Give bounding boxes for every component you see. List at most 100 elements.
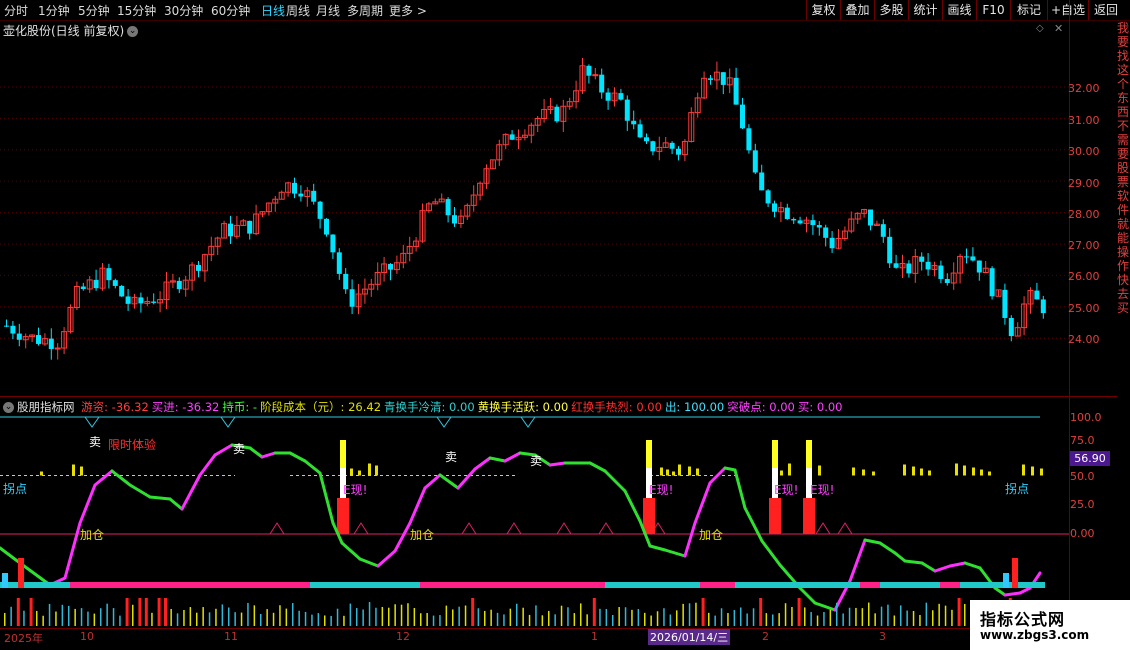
candle-body-down — [765, 190, 771, 204]
indicator-item: 黄换手活跃: 0.00 — [477, 400, 569, 414]
period-tab[interactable]: 分时 — [4, 2, 28, 19]
period-tab-more[interactable]: 更多 > — [389, 2, 427, 19]
oscillator-segment — [148, 495, 172, 501]
activity-bar — [688, 466, 691, 476]
volume-bar — [23, 610, 25, 626]
volume-bar — [925, 602, 928, 626]
volume-bar — [522, 607, 524, 626]
candle-body-down — [586, 65, 592, 76]
back-button[interactable]: 返回 — [1088, 0, 1123, 20]
candlestick-chart[interactable] — [0, 36, 1069, 411]
oscillator-segment — [376, 549, 397, 568]
indicator-name[interactable]: 股朋指标网 — [17, 400, 75, 414]
indicator-header: ⌄ 股朋指标网 游资: -36.32 买进: -36.32 持币: - 阶段成本（元）:… — [3, 399, 849, 414]
volume-bar — [413, 608, 416, 626]
volume-bar — [439, 615, 441, 626]
period-tab[interactable]: 1分钟 — [38, 2, 70, 19]
candle-body-down — [605, 92, 611, 101]
candle-body-down — [893, 263, 899, 268]
oscillator-segment — [78, 483, 97, 525]
volume-bar — [349, 603, 352, 626]
oscillator-segment — [438, 473, 460, 490]
candle-body-down — [944, 278, 950, 283]
candle-body-down — [80, 286, 86, 289]
oscillator-segment — [260, 451, 277, 459]
volume-bar — [906, 610, 908, 626]
candle-body-down — [298, 193, 304, 197]
indicator-item: 红换手热烈: 0.00 — [571, 400, 662, 414]
volume-bar — [516, 603, 518, 626]
volume-bar — [400, 604, 403, 626]
candle-body-down — [119, 285, 125, 297]
pink-triangle — [837, 522, 853, 535]
candle-body-down — [906, 263, 912, 274]
indicator-item: 游资: -36.32 — [81, 400, 149, 414]
state-band — [960, 582, 1045, 588]
period-tab[interactable]: 周线 — [286, 2, 310, 19]
indicator-item: 青换手冷清: 0.00 — [384, 400, 475, 414]
volume-bar — [272, 612, 275, 626]
period-tab[interactable]: 30分钟 — [164, 2, 203, 19]
oscillator-segment — [893, 551, 907, 563]
volume-bar — [477, 608, 480, 626]
oscillator-segment — [393, 521, 412, 553]
volume-bar — [887, 604, 889, 626]
candle-body-down — [708, 78, 713, 80]
oscillator-segment — [180, 473, 202, 511]
oscillator-segment — [920, 561, 937, 573]
state-band — [860, 582, 880, 588]
add-favorite-button[interactable]: +自选 — [1047, 0, 1088, 20]
volume-bar — [164, 598, 167, 626]
candle-body-down — [880, 224, 886, 237]
diamond-icon[interactable]: ◇ — [1036, 23, 1044, 34]
f10-button[interactable]: F10 — [976, 0, 1010, 20]
indicator-chart[interactable] — [0, 413, 1069, 628]
mark-button[interactable]: 标记 — [1010, 0, 1047, 20]
candle-body-down — [330, 234, 336, 253]
indicator-item: 阶段成本（元）: 26.42 — [260, 400, 382, 414]
volume-bar — [701, 598, 705, 626]
pink-triangle — [815, 522, 831, 535]
period-tab[interactable]: 15分钟 — [117, 2, 156, 19]
price-tick: 29.00 — [1068, 177, 1100, 190]
period-tab[interactable]: 月线 — [316, 2, 340, 19]
overlay-button[interactable]: 叠加 — [840, 0, 874, 20]
state-band — [735, 582, 860, 588]
candle-body-down — [106, 268, 112, 281]
activity-bar — [862, 469, 865, 476]
oscillator-segment — [878, 541, 897, 555]
candle-body-down — [228, 223, 233, 237]
volume-bar — [848, 607, 851, 626]
chevron-down-icon[interactable]: ⌄ — [3, 402, 14, 413]
volume-bar — [125, 598, 129, 626]
price-tick: 30.00 — [1068, 145, 1100, 158]
period-tab-daily[interactable]: 日线 — [261, 2, 285, 19]
candle-body-down — [976, 260, 982, 273]
candle-body-down — [125, 296, 131, 304]
volume-bar — [554, 614, 556, 626]
period-tab[interactable]: 多周期 — [347, 2, 383, 19]
volume-bar — [804, 607, 806, 626]
volume-bar — [836, 602, 838, 626]
volume-bar — [573, 613, 576, 626]
draw-line-button[interactable]: 画线 — [942, 0, 976, 20]
candle-body-down — [631, 120, 637, 125]
period-tab[interactable]: 5分钟 — [78, 2, 110, 19]
fuquan-button[interactable]: 复权 — [806, 0, 840, 20]
signal-column-yellow — [646, 440, 652, 468]
multi-stock-button[interactable]: 多股 — [874, 0, 908, 20]
state-column — [2, 573, 8, 588]
signal-column-red — [337, 498, 349, 534]
indicator-item: 买: 0.00 — [797, 400, 843, 414]
volume-bar — [919, 614, 921, 626]
signal-column-red — [769, 498, 781, 534]
stats-button[interactable]: 统计 — [908, 0, 942, 20]
period-tab[interactable]: 60分钟 — [211, 2, 250, 19]
volume-bar — [490, 609, 492, 626]
close-icon[interactable]: ✕ — [1054, 22, 1063, 35]
candle-body-down — [823, 227, 829, 238]
trial-label: 限时体验 — [108, 438, 157, 452]
volume-bar — [285, 608, 288, 626]
volume-bar — [311, 614, 313, 626]
logo-url: www.zbgs3.com — [980, 628, 1090, 642]
